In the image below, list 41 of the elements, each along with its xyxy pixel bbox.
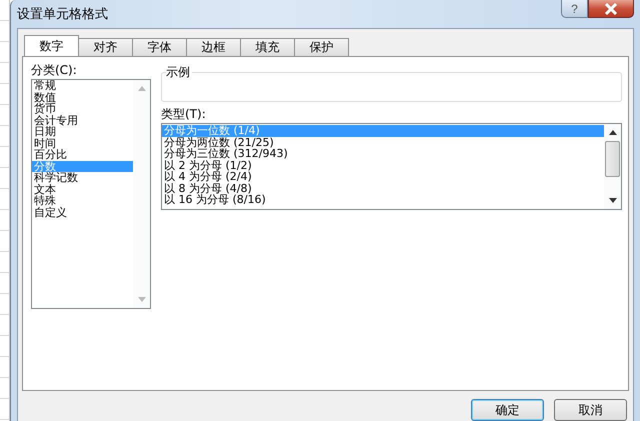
tab[interactable]: 数字 bbox=[24, 35, 79, 56]
type-item[interactable]: 以 16 为分母 (8/16) bbox=[162, 194, 604, 206]
tab[interactable]: 保护 bbox=[294, 38, 349, 56]
type-item[interactable]: 分母为两位数 (21/25) bbox=[162, 136, 604, 148]
category-item[interactable]: 常规 bbox=[32, 80, 133, 92]
type-item[interactable]: 以 4 为分母 (2/4) bbox=[162, 171, 604, 182]
cancel-button[interactable]: 取消 bbox=[554, 399, 627, 421]
category-item[interactable]: 时间 bbox=[32, 138, 133, 149]
category-item[interactable]: 会计专用 bbox=[32, 114, 133, 126]
scroll-up-icon bbox=[608, 130, 616, 135]
type-item[interactable]: 以 8 为分母 (4/8) bbox=[162, 182, 604, 194]
category-list[interactable]: 常规 数值 货币 会计专用 日期 时间 百分比 分数 科学记数 文本 特殊 自定义 bbox=[31, 79, 151, 309]
sample-label: 示例 bbox=[166, 65, 192, 79]
tab[interactable]: 对齐 bbox=[78, 38, 133, 56]
category-item[interactable]: 科学记数 bbox=[32, 172, 133, 184]
scroll-down-icon bbox=[138, 297, 146, 302]
type-item[interactable]: 以 2 为分母 (1/2) bbox=[162, 160, 604, 171]
ok-button[interactable]: 确定 bbox=[471, 399, 544, 421]
help-button[interactable]: ? bbox=[561, 0, 588, 18]
close-button[interactable] bbox=[588, 0, 634, 18]
category-item[interactable]: 货币 bbox=[32, 103, 133, 114]
category-label: 分类(C): bbox=[31, 63, 78, 78]
scroll-down-icon bbox=[608, 198, 616, 203]
window-title: 设置单元格格式 bbox=[17, 6, 108, 23]
scroll-up-icon bbox=[138, 86, 146, 91]
scrollbar[interactable] bbox=[604, 124, 621, 209]
category-item[interactable]: 自定义 bbox=[32, 206, 133, 218]
type-item[interactable]: 分母为三位数 (312/943) bbox=[162, 148, 604, 160]
category-item[interactable]: 特殊 bbox=[32, 195, 133, 206]
scroll-thumb[interactable] bbox=[605, 141, 620, 177]
category-item[interactable]: 百分比 bbox=[32, 149, 133, 160]
type-list[interactable]: 分母为一位数 (1/4) 分母为两位数 (21/25) 分母为三位数 (312/943) 以 2 为分母 (1/2) 以 4 为分母 (2/4) 以 8 为分母 (4/8) 以 16 为分母 (8/16) bbox=[161, 123, 622, 210]
tab[interactable]: 填充 bbox=[240, 38, 295, 56]
tab[interactable]: 字体 bbox=[132, 38, 187, 56]
category-item[interactable]: 文本 bbox=[32, 184, 133, 195]
tab[interactable]: 边框 bbox=[186, 38, 241, 56]
close-icon bbox=[604, 2, 618, 14]
type-label: 类型(T): bbox=[161, 107, 207, 122]
scrollbar[interactable] bbox=[133, 80, 150, 308]
category-item[interactable]: 数值 bbox=[32, 92, 133, 103]
category-item[interactable]: 日期 bbox=[32, 126, 133, 138]
